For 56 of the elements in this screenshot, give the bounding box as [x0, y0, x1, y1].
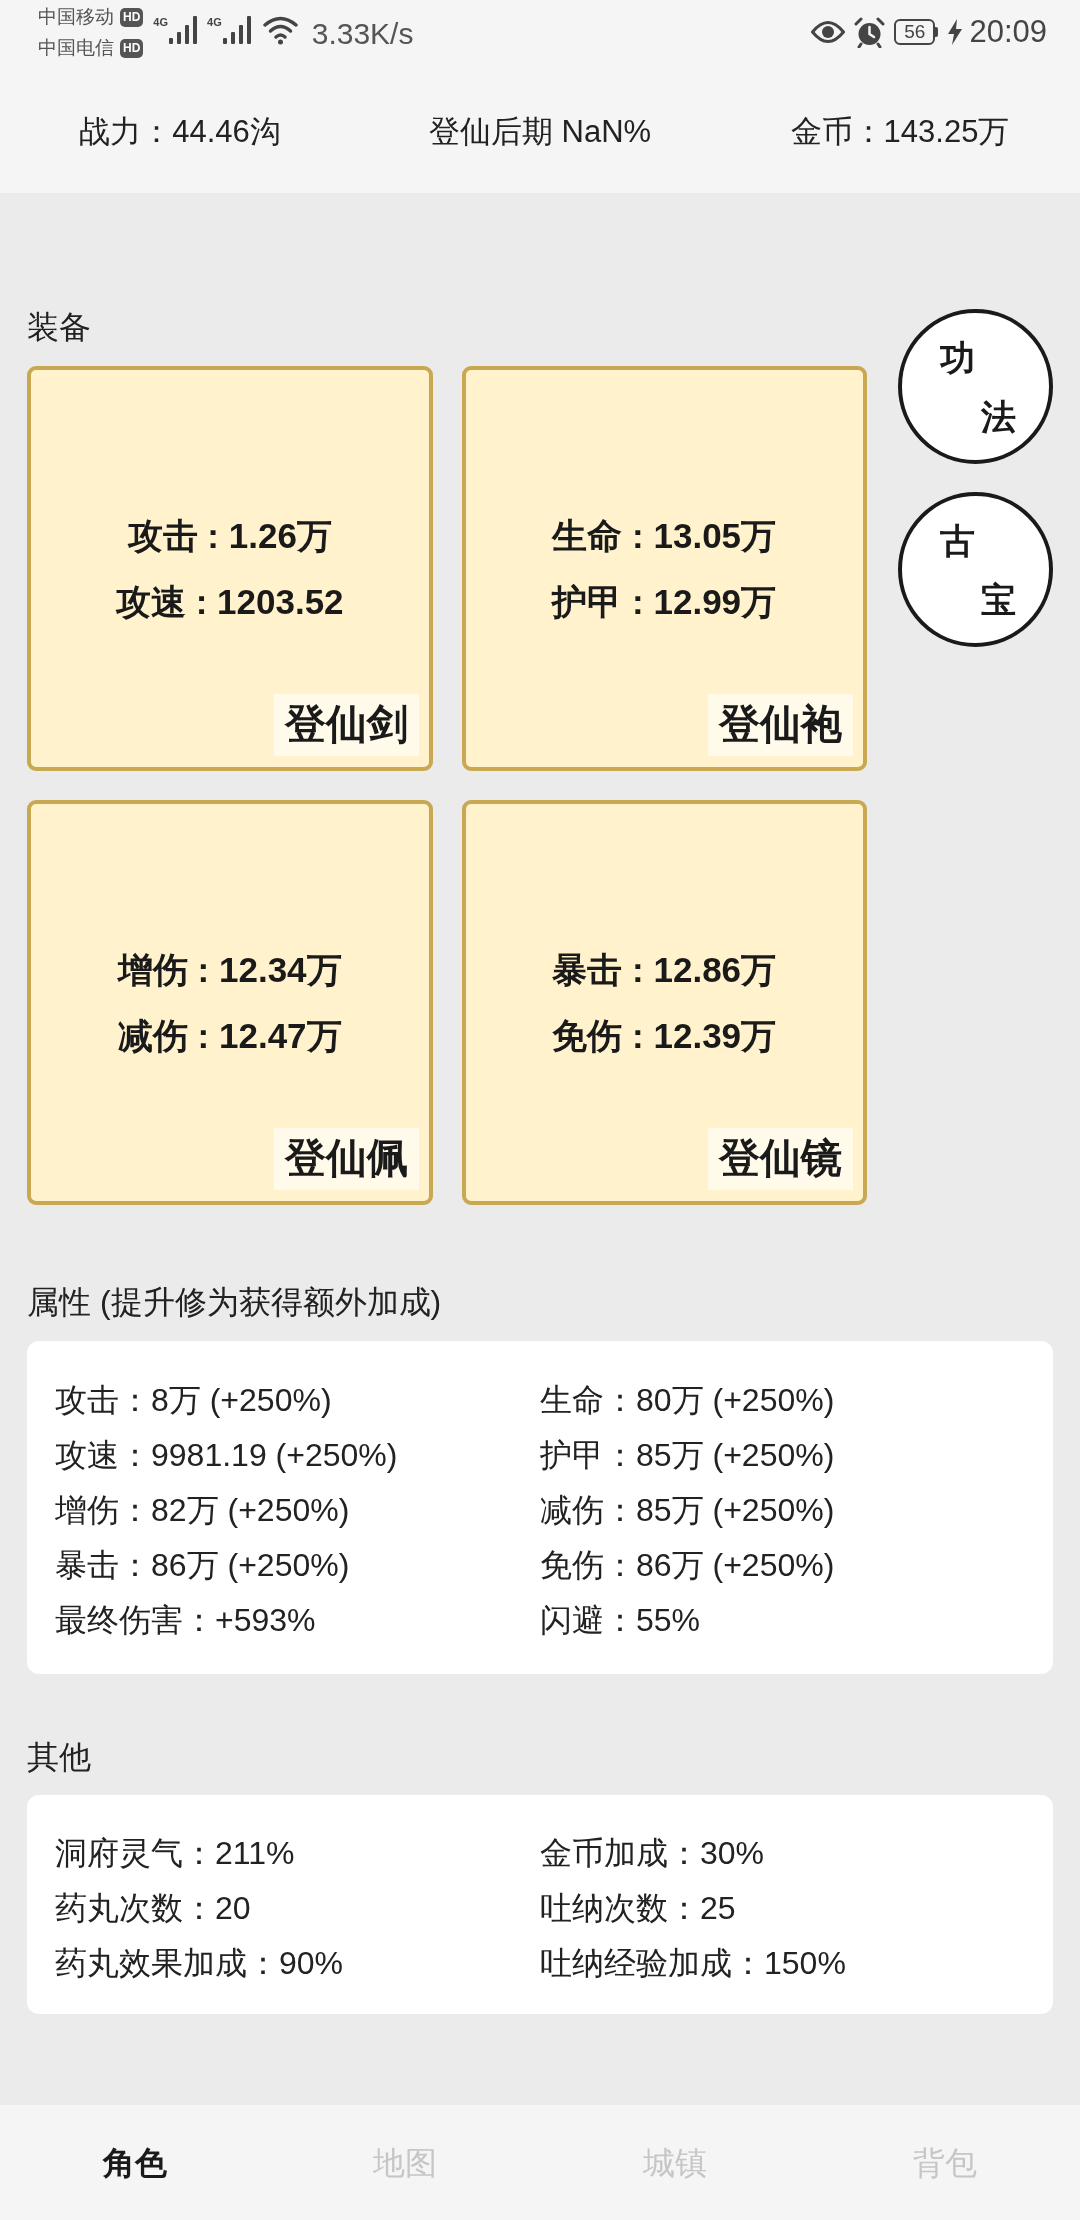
signal-bars-icon: [222, 16, 253, 44]
attribute-text: 药丸效果加成：90%: [55, 1943, 344, 1983]
equipment-stat: 攻速 : 1203.52: [115, 580, 344, 623]
battery-indicator: 56: [894, 19, 939, 45]
equipment-stat: 攻击 : 1.26万: [127, 514, 332, 557]
equipment-card[interactable]: 暴击 : 12.86万 免伤 : 12.39万 登仙镜: [461, 800, 867, 1205]
network-type-label: 4G: [153, 16, 169, 28]
equipment-name-tag: 登仙袍: [708, 694, 853, 756]
header-stat: 金币：143.25万: [790, 112, 1010, 151]
round-menu-button[interactable]: 古宝: [898, 492, 1053, 647]
carrier-name: 中国移动: [38, 6, 114, 28]
hd-badge: HD: [120, 7, 144, 27]
equipment-name-tag: 登仙剑: [273, 694, 419, 756]
wifi-icon: [262, 15, 298, 45]
equipment-stat: 增伤 : 12.34万: [117, 948, 342, 991]
attribute-text: 药丸次数：20: [55, 1888, 251, 1928]
section-title: 其他: [27, 1738, 91, 1777]
clock-time: 20:09: [969, 15, 1047, 49]
equipment-card[interactable]: 增伤 : 12.34万 减伤 : 12.47万 登仙佩: [27, 800, 433, 1205]
eye-icon: [811, 21, 846, 43]
attribute-text: 最终伤害：+593%: [55, 1600, 316, 1640]
equipment-name-tag: 登仙镜: [708, 1128, 853, 1190]
attribute-text: 攻速：9981.19 (+250%): [55, 1435, 398, 1475]
attribute-text: 生命：80万 (+250%): [540, 1380, 835, 1420]
equipment-stat: 减伤 : 12.47万: [117, 1014, 342, 1057]
charging-bolt-icon: [947, 19, 964, 45]
equipment-name-tag: 登仙佩: [273, 1128, 419, 1190]
hd-badge: HD: [120, 38, 144, 58]
alarm-clock-icon: [854, 16, 886, 48]
attribute-text: 减伤：85万 (+250%): [540, 1490, 835, 1530]
equipment-stat: 免伤 : 12.39万: [552, 1014, 777, 1057]
attribute-text: 金币加成：30%: [540, 1833, 765, 1873]
attribute-text: 吐纳次数：25: [540, 1888, 736, 1928]
attribute-text: 闪避：55%: [540, 1600, 701, 1640]
signal-bars-icon: [169, 16, 200, 44]
equipment-card[interactable]: 攻击 : 1.26万 攻速 : 1203.52 登仙剑: [27, 366, 433, 771]
attribute-text: 增伤：82万 (+250%): [55, 1490, 350, 1530]
attribute-text: 洞府灵气：211%: [55, 1833, 295, 1873]
attribute-text: 攻击：8万 (+250%): [55, 1380, 332, 1420]
section-title: 属性 (提升修为获得额外加成): [27, 1283, 442, 1322]
header-stat: 登仙后期 NaN%: [428, 112, 652, 151]
section-title: 装备: [27, 308, 91, 347]
network-speed: 3.33K/s: [311, 17, 414, 51]
header-stat: 战力：44.46沟: [79, 112, 281, 151]
attribute-text: 免伤：86万 (+250%): [540, 1545, 835, 1585]
attribute-text: 护甲：85万 (+250%): [540, 1435, 835, 1475]
equipment-card[interactable]: 生命 : 13.05万 护甲 : 12.99万 登仙袍: [461, 366, 867, 771]
attribute-text: 吐纳经验加成：150%: [540, 1943, 846, 1983]
carrier-name: 中国电信: [38, 37, 114, 59]
equipment-stat: 暴击 : 12.86万: [552, 948, 777, 991]
equipment-stat: 护甲 : 12.99万: [552, 580, 777, 623]
network-type-label: 4G: [207, 16, 222, 28]
tab[interactable]: 角色: [103, 2142, 167, 2183]
round-menu-button[interactable]: 功法: [898, 309, 1053, 464]
attribute-text: 暴击：86万 (+250%): [55, 1545, 350, 1585]
equipment-stat: 生命 : 13.05万: [552, 514, 777, 557]
